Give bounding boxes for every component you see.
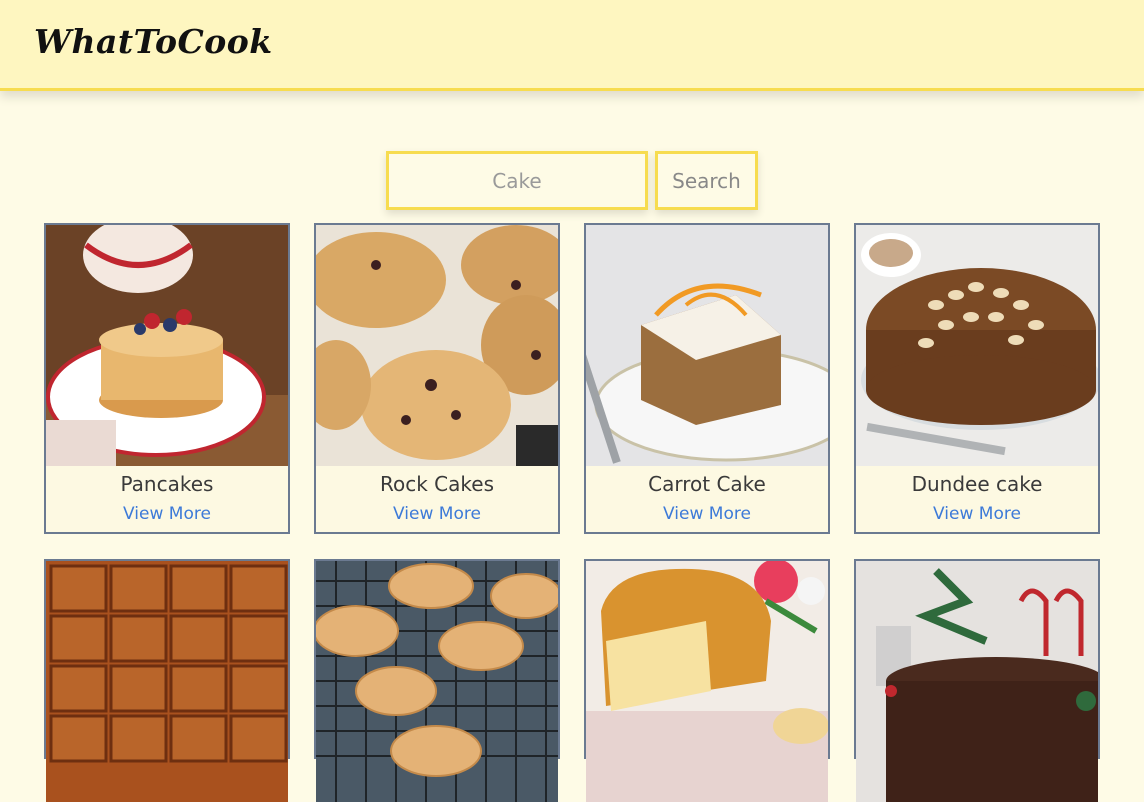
view-more-link[interactable]: View More: [856, 504, 1098, 524]
view-more-link[interactable]: View More: [316, 504, 558, 524]
recipe-image[interactable]: [46, 561, 288, 802]
recipe-image[interactable]: [316, 561, 558, 802]
search-button[interactable]: Search: [655, 151, 758, 210]
recipe-card: [314, 559, 560, 802]
recipe-card: Dundee cake View More: [854, 223, 1100, 534]
recipe-card: [854, 559, 1100, 802]
recipe-card: Carrot Cake View More: [584, 223, 830, 534]
recipe-image[interactable]: [586, 561, 828, 802]
recipe-title: Carrot Cake: [648, 472, 766, 496]
recipe-card: [584, 559, 830, 802]
view-more-link[interactable]: View More: [586, 504, 828, 524]
recipe-image-dundee-cake[interactable]: [856, 225, 1098, 466]
recipe-card: Pancakes View More: [44, 223, 290, 534]
recipe-title: Rock Cakes: [380, 472, 494, 496]
recipe-image-pancakes[interactable]: [46, 225, 288, 466]
recipe-card: Rock Cakes View More: [314, 223, 560, 534]
recipe-image[interactable]: [856, 561, 1098, 802]
recipe-image-carrot-cake[interactable]: [586, 225, 828, 466]
app-logo[interactable]: WhatToCook: [34, 22, 273, 61]
recipe-title: Dundee cake: [911, 472, 1043, 496]
recipe-image-rock-cakes[interactable]: [316, 225, 558, 466]
search-input[interactable]: [386, 151, 648, 210]
recipe-card: [44, 559, 290, 802]
recipe-title: Pancakes: [120, 472, 214, 496]
app-header: WhatToCook: [0, 0, 1144, 91]
view-more-link[interactable]: View More: [46, 504, 288, 524]
